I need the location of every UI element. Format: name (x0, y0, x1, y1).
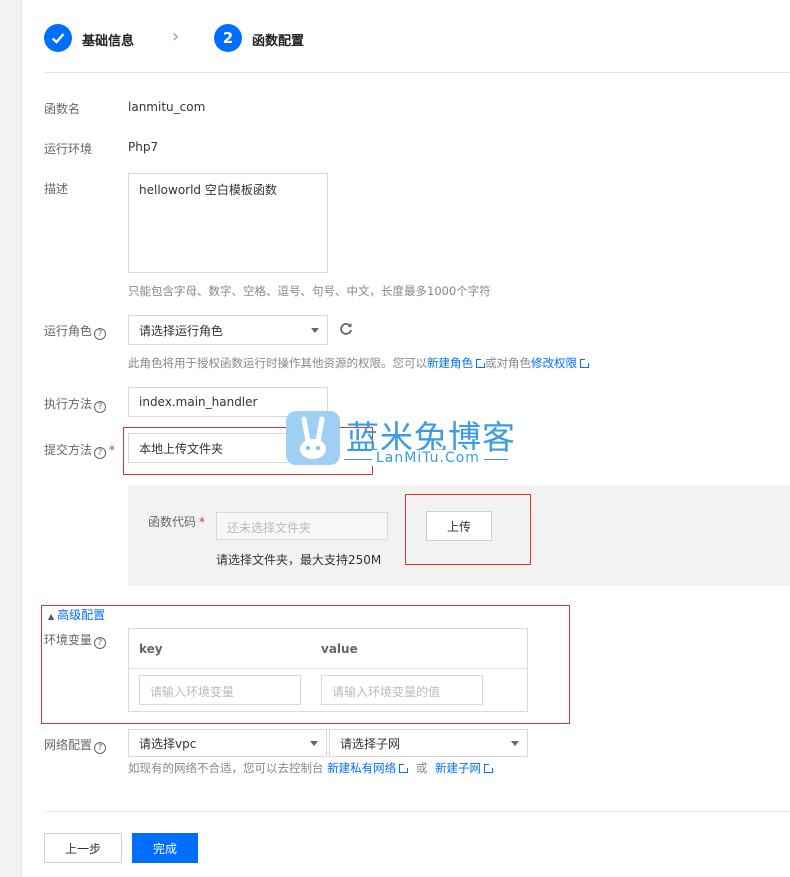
new-subnet-link[interactable]: 新建子网 (435, 761, 481, 775)
chevron-down-icon (511, 741, 519, 746)
refresh-icon[interactable] (338, 321, 354, 340)
step-2-label: 函数配置 (252, 34, 305, 49)
function-name-value: lanmitu_com (128, 100, 206, 114)
chevron-down-icon (311, 328, 319, 333)
network-hint-prefix: 如现有的网络不合适，您可以去控制台 (128, 761, 324, 775)
footer-divider (44, 811, 790, 812)
required-mark: * (109, 443, 116, 457)
modify-permission-link[interactable]: 修改权限 (531, 356, 577, 370)
external-link-icon (476, 358, 486, 368)
network-label-text: 网络配置 (44, 738, 93, 752)
handler-value: index.main_handler (139, 395, 258, 409)
chevron-down-icon (310, 741, 318, 746)
network-hint-or: 或 (415, 761, 428, 775)
external-link-icon (483, 763, 494, 773)
vpc-select-value: 请选择vpc (139, 736, 197, 751)
logo-image (286, 411, 340, 465)
network-label: 网络配置? (44, 736, 107, 754)
finish-button[interactable]: 完成 (132, 833, 198, 863)
steps-divider (44, 72, 790, 73)
new-vpc-link[interactable]: 新建私有网络 (327, 761, 396, 775)
required-mark: * (199, 515, 206, 529)
runtime-label: 运行环境 (44, 142, 93, 156)
description-hint: 只能包含字母、数字、空格、逗号、句号、中文，长度最多1000个字符 (128, 284, 491, 298)
external-link-icon (580, 358, 590, 368)
role-hint-mid: 或对角色 (485, 356, 531, 370)
new-role-link[interactable]: 新建角色 (427, 356, 473, 370)
subnet-select[interactable]: 请选择子网 (329, 729, 528, 757)
code-folder-input[interactable]: 还未选择文件夹 (216, 512, 388, 540)
function-name-label: 函数名 (44, 102, 81, 116)
role-hint: 此角色将用于授权函数运行时操作其他资源的权限。您可以新建角色 或对角色修改权限 (128, 355, 590, 371)
description-label: 描述 (44, 182, 69, 196)
help-icon[interactable]: ? (94, 401, 107, 413)
highlight-box (41, 605, 570, 724)
help-icon[interactable]: ? (94, 447, 107, 459)
handler-label-text: 执行方法 (44, 397, 93, 411)
step-1-label: 基础信息 (82, 34, 135, 49)
role-label: 运行角色? (44, 322, 107, 340)
runtime-value: Php7 (128, 140, 159, 154)
code-hint: 请选择文件夹，最大支持250M (216, 553, 382, 567)
submit-method-label: 提交方法? * (44, 441, 115, 459)
help-icon[interactable]: ? (94, 742, 107, 754)
left-frame (0, 0, 22, 877)
prev-step-button[interactable]: 上一步 (44, 833, 122, 863)
submit-method-label-text: 提交方法 (44, 443, 93, 457)
description-textarea[interactable]: helloworld 空白模板函数 (128, 173, 328, 273)
description-text: helloworld 空白模板函数 (139, 183, 277, 197)
external-link-icon (399, 763, 410, 773)
subnet-select-value: 请选择子网 (340, 736, 401, 751)
code-label-text: 函数代码 (148, 515, 197, 529)
role-select-value: 请选择运行角色 (139, 323, 224, 338)
vpc-select[interactable]: 请选择vpc (128, 729, 327, 757)
network-hint: 如现有的网络不合适，您可以去控制台 新建私有网络 或 新建子网 (128, 760, 494, 776)
role-hint-prefix: 此角色将用于授权函数运行时操作其他资源的权限。您可以 (128, 356, 427, 370)
step-arrow-icon: › (172, 26, 180, 47)
help-icon[interactable]: ? (94, 328, 107, 340)
role-select[interactable]: 请选择运行角色 (128, 315, 328, 345)
code-label: 函数代码 * (148, 513, 205, 530)
highlight-box (405, 494, 531, 565)
handler-label: 执行方法? (44, 395, 107, 413)
step-2-number: 2 (214, 24, 242, 52)
step-1-done-icon (44, 24, 72, 52)
role-label-text: 运行角色 (44, 324, 93, 338)
watermark-subtitle: LanMiTu.Com (372, 450, 484, 466)
